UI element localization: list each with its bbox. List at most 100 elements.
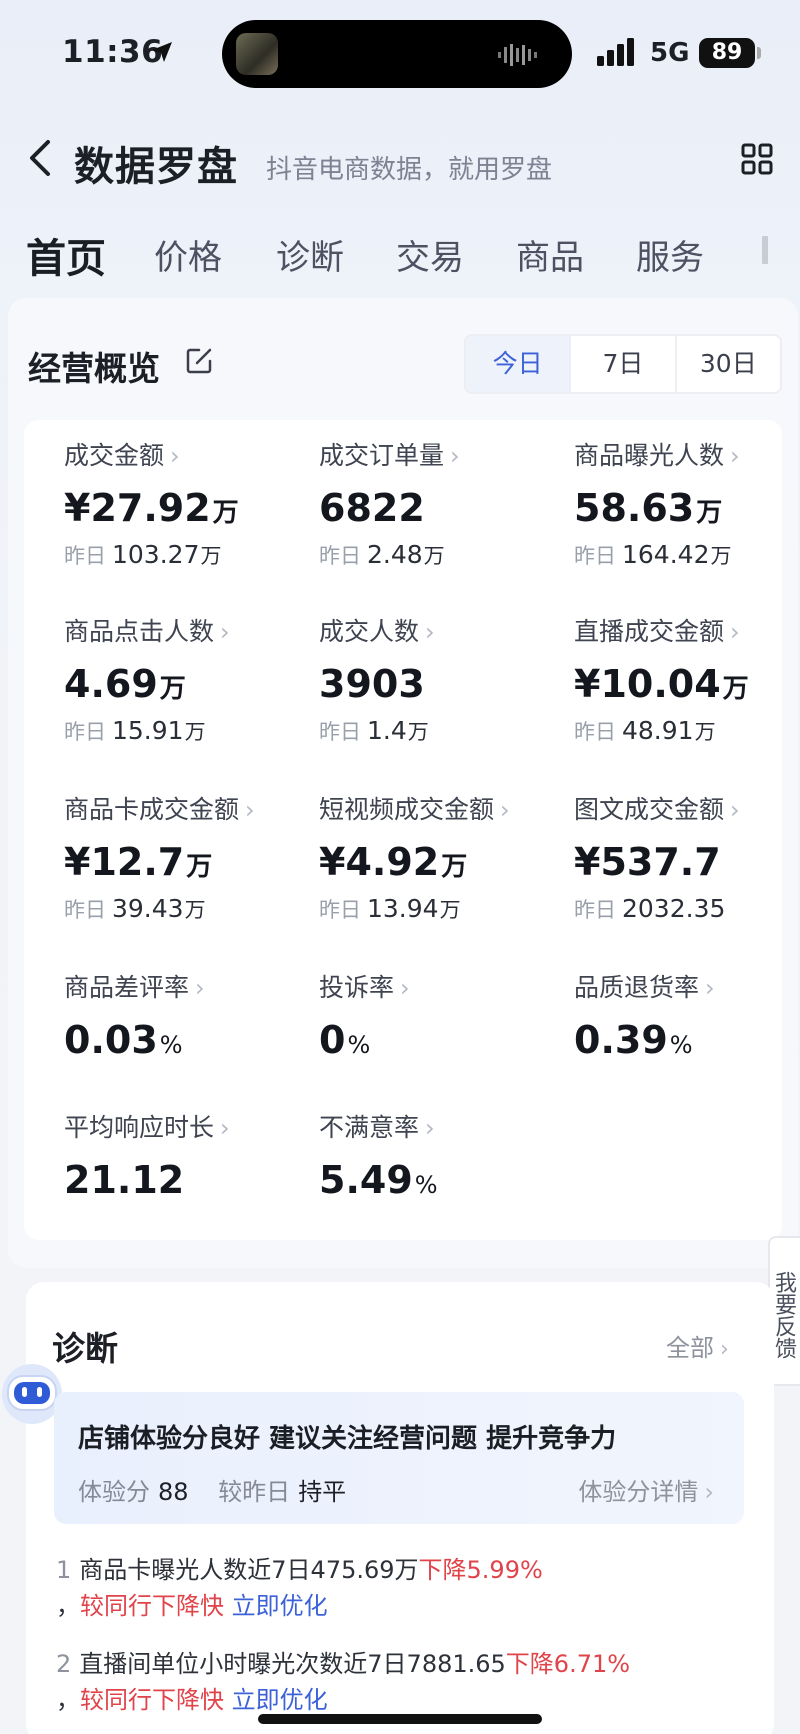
- metric-image-text-gmv[interactable]: 图文成交金额 › ¥537.7 昨日 2032.35: [574, 790, 800, 924]
- issue-number: 2: [56, 1650, 72, 1678]
- home-indicator[interactable]: [258, 1714, 542, 1724]
- tab-home[interactable]: 首页: [26, 226, 106, 284]
- metric-label: 平均响应时长: [64, 1113, 215, 1142]
- issue-comma: ，: [56, 1686, 80, 1714]
- yesterday-unit: 万: [423, 544, 445, 568]
- yesterday-value: 13.94: [367, 894, 439, 923]
- range-7d[interactable]: 7日: [569, 336, 674, 392]
- date-range-switcher: 今日 7日 30日: [464, 334, 782, 394]
- metric-value: 0: [319, 1018, 346, 1062]
- audio-wave-icon: [498, 44, 537, 66]
- issue-note: 较同行下降快: [80, 1686, 224, 1714]
- percent-sign: %: [159, 1031, 183, 1059]
- metric-gmv[interactable]: 成交金额 › ¥27.92万 昨日 103.27万: [64, 436, 314, 570]
- issue-trend: 下降5.99%: [418, 1556, 543, 1584]
- app-title: 数据罗盘: [74, 144, 238, 190]
- score-value: 88: [158, 1478, 189, 1506]
- chevron-right-icon: ›: [400, 974, 410, 1002]
- status-bar: 11:36 5G 89: [0, 0, 800, 110]
- metric-value: 10.04: [600, 662, 721, 706]
- optimize-now-link[interactable]: 立即优化: [232, 1686, 328, 1714]
- metric-label: 图文成交金额: [574, 795, 725, 824]
- percent-sign: %: [669, 1031, 693, 1059]
- metric-orders[interactable]: 成交订单量 › 6822 昨日 2.48万: [319, 436, 569, 570]
- tab-diagnosis[interactable]: 诊断: [276, 230, 344, 279]
- experience-score-panel[interactable]: 店铺体验分良好 建议关注经营问题 提升竞争力 体验分 88 较昨日 持平 体验分详情…: [54, 1392, 744, 1524]
- diagnosis-issue: 2 直播间单位小时曝光次数近7日7881.65下降6.71% ，较同行下降快 立即…: [56, 1646, 736, 1718]
- metric-dissatisfaction-rate[interactable]: 不满意率 › 5.49%: [319, 1108, 569, 1202]
- percent-sign: %: [414, 1171, 438, 1199]
- back-chevron-icon[interactable]: [26, 138, 56, 178]
- diagnosis-issue: 1 商品卡曝光人数近7日475.69万下降5.99% ，较同行下降快 立即优化: [56, 1552, 736, 1624]
- metric-unit: 万: [212, 498, 239, 528]
- yesterday-unit: 万: [694, 720, 716, 744]
- issue-comma: ，: [56, 1592, 80, 1620]
- metric-avg-response-time[interactable]: 平均响应时长 › 21.12: [64, 1108, 314, 1202]
- yesterday-label: 昨日: [64, 720, 106, 744]
- metric-quality-return-rate[interactable]: 品质退货率 › 0.39%: [574, 968, 800, 1062]
- optimize-now-link[interactable]: 立即优化: [232, 1592, 328, 1620]
- chevron-right-icon: ›: [220, 1114, 230, 1142]
- tab-product[interactable]: 商品: [516, 230, 584, 279]
- yesterday-value: 39.43: [112, 894, 184, 923]
- metric-value: 0.39: [574, 1018, 668, 1062]
- grid-menu-icon[interactable]: [740, 142, 774, 176]
- metric-label: 商品差评率: [64, 973, 190, 1002]
- yesterday-value: 103.27: [112, 540, 200, 569]
- tab-price[interactable]: 价格: [154, 230, 222, 279]
- metric-product-card-gmv[interactable]: 商品卡成交金额 › ¥12.7万 昨日 39.43万: [64, 790, 314, 924]
- metric-label: 商品卡成交金额: [64, 795, 240, 824]
- metric-short-video-gmv[interactable]: 短视频成交金额 › ¥4.92万 昨日 13.94万: [319, 790, 569, 924]
- location-arrow-icon: [152, 42, 172, 62]
- metric-live-gmv[interactable]: 直播成交金额 › ¥10.04万 昨日 48.91万: [574, 612, 800, 746]
- metric-value: 5.49: [319, 1158, 413, 1202]
- yesterday-value: 15.91: [112, 716, 184, 745]
- metric-label: 品质退货率: [574, 973, 700, 1002]
- metric-clicks[interactable]: 商品点击人数 › 4.69万 昨日 15.91万: [64, 612, 314, 746]
- metric-value: 27.92: [90, 486, 211, 530]
- diagnosis-all-link[interactable]: 全部 ›: [666, 1328, 729, 1363]
- score-detail-link[interactable]: 体验分详情 ›: [578, 1472, 714, 1507]
- tab-trade[interactable]: 交易: [396, 230, 464, 279]
- chevron-right-icon: ›: [245, 796, 255, 824]
- tab-service[interactable]: 服务: [636, 230, 704, 279]
- metric-complaint-rate[interactable]: 投诉率 › 0%: [319, 968, 569, 1062]
- yesterday-unit: 万: [184, 898, 206, 922]
- metric-label: 成交金额: [64, 441, 165, 470]
- yesterday-label: 昨日: [319, 544, 361, 568]
- metric-label: 商品点击人数: [64, 617, 215, 646]
- score-headline: 店铺体验分良好 建议关注经营问题 提升竞争力: [78, 1424, 617, 1454]
- battery-tip: [757, 47, 761, 59]
- diagnosis-title: 诊断: [52, 1329, 118, 1368]
- metrics-grid: 成交金额 › ¥27.92万 昨日 103.27万 成交订单量 › 6822 昨日 2.…: [24, 420, 782, 1240]
- range-30d[interactable]: 30日: [674, 336, 780, 392]
- yesterday-unit: 万: [439, 898, 461, 922]
- issue-trend: 下降6.71%: [505, 1650, 631, 1678]
- metric-unit: 万: [722, 674, 749, 704]
- chevron-right-icon: ›: [730, 442, 740, 470]
- percent-sign: %: [347, 1031, 371, 1059]
- overview-title: 经营概览: [28, 349, 160, 388]
- status-time: 11:36: [62, 34, 164, 70]
- nav-bar: 数据罗盘 抖音电商数据，就用罗盘: [0, 118, 800, 198]
- yesterday-label: 昨日: [64, 544, 106, 568]
- yesterday-value: 48.91: [622, 716, 694, 745]
- main-tabs: 首页 价格 诊断 交易 商品 服务: [0, 222, 800, 282]
- score-label: 体验分: [78, 1478, 150, 1506]
- all-label: 全部: [666, 1334, 714, 1362]
- metric-buyers[interactable]: 成交人数 › 3903 昨日 1.4万: [319, 612, 569, 746]
- metric-value: 4.92: [345, 840, 440, 884]
- yesterday-label: 昨日: [64, 898, 106, 922]
- yesterday-label: 昨日: [319, 898, 361, 922]
- metric-negative-review-rate[interactable]: 商品差评率 › 0.03%: [64, 968, 314, 1062]
- yesterday-unit: 万: [184, 720, 206, 744]
- issue-note: 较同行下降快: [80, 1592, 224, 1620]
- range-today[interactable]: 今日: [466, 336, 570, 392]
- metric-label: 投诉率: [319, 973, 395, 1002]
- business-overview-card: 经营概览 今日 7日 30日 成交金额 › ¥27.92万 昨日 103.27万 成…: [8, 298, 798, 1268]
- metric-exposure[interactable]: 商品曝光人数 › 58.63万 昨日 164.42万: [574, 436, 800, 570]
- edit-icon[interactable]: [184, 346, 214, 376]
- dynamic-island[interactable]: [222, 20, 572, 88]
- cellular-signal-icon: [597, 38, 634, 66]
- currency-symbol: ¥: [574, 662, 601, 706]
